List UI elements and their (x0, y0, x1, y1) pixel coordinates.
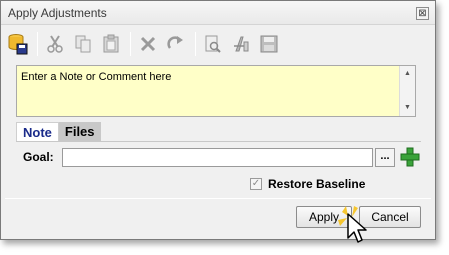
goal-label: Goal: (23, 150, 54, 164)
rename-icon[interactable] (228, 29, 254, 59)
plus-icon (400, 147, 420, 167)
goal-browse-button[interactable]: ... (375, 148, 395, 167)
goal-input[interactable] (62, 148, 373, 167)
scroll-down-icon[interactable]: ▼ (400, 101, 415, 115)
close-button[interactable]: ⊠ (416, 7, 429, 20)
toolbar-separator (195, 32, 196, 56)
tab-files[interactable]: Files (58, 122, 101, 142)
window-title: Apply Adjustments (8, 6, 107, 20)
tab-note[interactable]: Note (16, 122, 59, 142)
copy-icon[interactable] (70, 29, 96, 59)
title-bar: Apply Adjustments ⊠ (1, 1, 435, 25)
footer-divider (5, 198, 431, 199)
mouse-cursor-icon (338, 206, 367, 243)
redo-icon[interactable] (163, 29, 189, 59)
note-scrollbar[interactable]: ▲ ▼ (399, 66, 415, 116)
database-save-icon[interactable] (5, 29, 31, 59)
toolbar (5, 27, 431, 61)
tab-divider (16, 141, 421, 142)
tab-strip: Note Files (16, 122, 101, 142)
search-document-icon[interactable] (200, 29, 226, 59)
note-placeholder: Enter a Note or Comment here (21, 71, 172, 83)
restore-baseline-option[interactable]: ✓ Restore Baseline (250, 177, 365, 191)
restore-baseline-label: Restore Baseline (268, 177, 366, 191)
scroll-up-icon[interactable]: ▲ (400, 67, 415, 81)
note-textarea[interactable]: Enter a Note or Comment here ▲ ▼ (16, 65, 416, 117)
toolbar-separator (37, 32, 38, 56)
paste-icon[interactable] (98, 29, 124, 59)
toolbar-separator (130, 32, 131, 56)
cut-icon[interactable] (42, 29, 68, 59)
save-disk-icon[interactable] (256, 29, 282, 59)
add-goal-button[interactable] (400, 147, 420, 167)
restore-baseline-checkbox[interactable]: ✓ (250, 178, 262, 190)
delete-icon[interactable] (135, 29, 161, 59)
